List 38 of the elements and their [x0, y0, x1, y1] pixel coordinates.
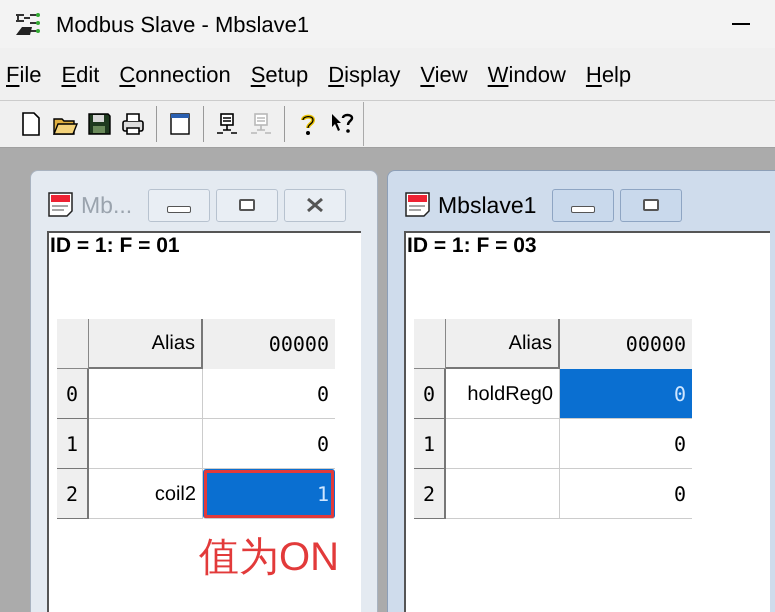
window-title: Modbus Slave - Mbslave1 — [56, 10, 310, 38]
close-button[interactable] — [284, 188, 346, 222]
row-header: 2 — [414, 469, 446, 519]
row-header: 2 — [57, 469, 89, 519]
printer-icon[interactable] — [120, 111, 146, 137]
row-header: 0 — [414, 369, 446, 419]
value-cell[interactable]: 1 — [203, 469, 335, 519]
column-header: Alias — [89, 319, 203, 369]
corner-header — [57, 319, 89, 369]
menu-item[interactable]: Connection — [119, 58, 231, 90]
row-header: 1 — [414, 419, 446, 469]
minimize-button[interactable] — [148, 188, 210, 222]
document-icon — [47, 191, 75, 219]
menu-item[interactable]: Window — [488, 58, 566, 90]
menu-item[interactable]: View — [420, 58, 468, 90]
maximize-button[interactable] — [620, 188, 682, 222]
corner-header — [414, 319, 446, 369]
slave-info: ID = 1: F = 01 — [50, 234, 180, 257]
column-header: 00000 — [203, 319, 335, 369]
menu-item[interactable]: Setup — [250, 58, 308, 90]
annotation-text: 值为ON — [199, 534, 339, 581]
value-cell[interactable]: 0 — [560, 369, 692, 419]
menu-item[interactable]: Help — [586, 58, 632, 90]
column-header: Alias — [446, 319, 560, 369]
window-title: Mb... — [81, 190, 132, 220]
connect-icon[interactable] — [214, 111, 240, 137]
row-header: 0 — [57, 369, 89, 419]
app-icon — [14, 11, 42, 37]
window-title: Mbslave1 — [438, 190, 536, 220]
menu-item[interactable]: Edit — [61, 58, 100, 90]
menu-item[interactable]: File — [6, 58, 42, 90]
maximize-button[interactable] — [216, 188, 278, 222]
minimize-button[interactable] — [552, 188, 614, 222]
row-header: 1 — [57, 419, 89, 469]
column-header: 00000 — [560, 319, 692, 369]
menu-item[interactable]: Display — [328, 58, 400, 90]
slave-info: ID = 1: F = 03 — [407, 234, 537, 257]
document-icon — [404, 191, 432, 219]
